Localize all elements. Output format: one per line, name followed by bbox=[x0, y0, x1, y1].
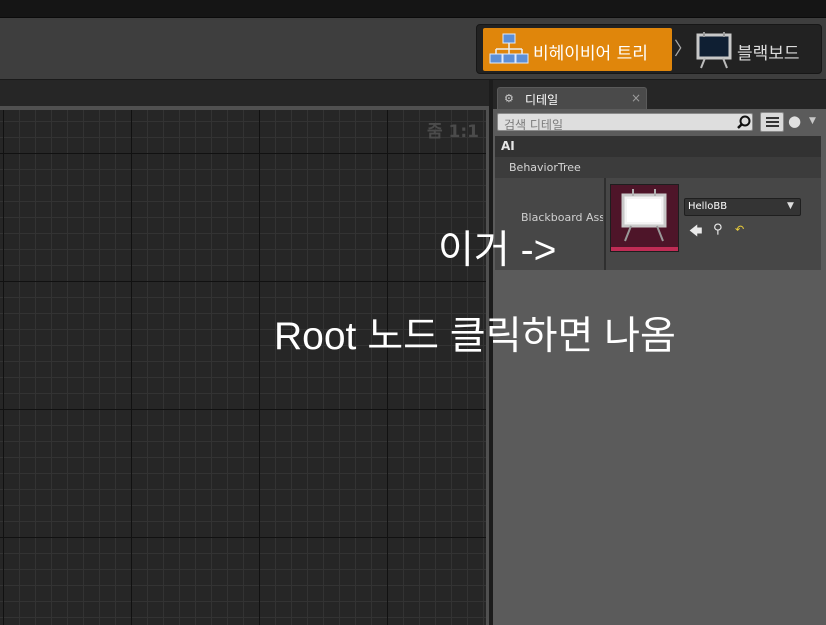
reset-to-default-icon[interactable]: ↶ bbox=[735, 223, 744, 236]
category-behavior-tree-label: BehaviorTree bbox=[509, 161, 581, 174]
mode-switcher: 비헤이비어 트리 〉 블랙보드 bbox=[476, 24, 822, 74]
close-icon[interactable]: × bbox=[631, 91, 641, 105]
asset-type-strip bbox=[611, 247, 678, 251]
blackboard-icon bbox=[696, 32, 732, 69]
behavior-tree-graph[interactable] bbox=[0, 110, 486, 625]
behavior-tree-icon bbox=[489, 33, 529, 64]
eye-icon[interactable]: ● bbox=[788, 112, 801, 130]
property-matrix-button[interactable] bbox=[760, 112, 784, 132]
search-input[interactable]: 검색 디테일 bbox=[497, 113, 753, 132]
use-selected-arrow-icon[interactable]: 🡄 bbox=[689, 222, 702, 244]
chevron-down-icon: ▼ bbox=[787, 201, 794, 211]
annotation-arrow-text: 이거 -> bbox=[438, 229, 557, 272]
browse-search-icon[interactable]: ⚲ bbox=[713, 222, 723, 237]
asset-thumbnail[interactable] bbox=[610, 184, 679, 252]
window-top-bar bbox=[0, 0, 826, 18]
search-placeholder: 검색 디테일 bbox=[504, 118, 564, 132]
category-ai[interactable]: AI bbox=[495, 136, 821, 157]
blackboard-asset-combo[interactable]: HelloBB ▼ bbox=[684, 198, 801, 216]
blackboard-mode-label: 블랙보드 bbox=[737, 44, 800, 64]
annotation-instruction-text: Root 노드 클릭하면 나옴 bbox=[274, 315, 676, 358]
category-behavior-tree[interactable]: BehaviorTree bbox=[495, 157, 821, 178]
gear-icon: ⚙ bbox=[504, 92, 514, 105]
zoom-indicator: 줌 1:1 bbox=[427, 122, 480, 142]
tab-details-label: 디테일 bbox=[525, 93, 559, 107]
blackboard-mode-button[interactable]: 블랙보드 bbox=[694, 28, 819, 71]
behavior-tree-mode-label: 비헤이비어 트리 bbox=[533, 44, 648, 64]
chevron-down-icon[interactable]: ▼ bbox=[809, 116, 816, 126]
details-content: 검색 디테일 ● ▼ AI BehaviorTree Blackboard As… bbox=[493, 109, 826, 625]
column-splitter[interactable] bbox=[604, 178, 606, 270]
breadcrumb-separator: 〉 bbox=[674, 39, 692, 60]
tab-details[interactable]: ⚙ 디테일 × bbox=[497, 87, 647, 109]
behavior-tree-mode-button[interactable]: 비헤이비어 트리 bbox=[483, 28, 672, 71]
category-ai-label: AI bbox=[501, 139, 515, 153]
search-icon[interactable] bbox=[737, 115, 751, 129]
blackboard-asset-value: HelloBB bbox=[688, 201, 728, 212]
blackboard-asset-icon bbox=[621, 189, 667, 242]
